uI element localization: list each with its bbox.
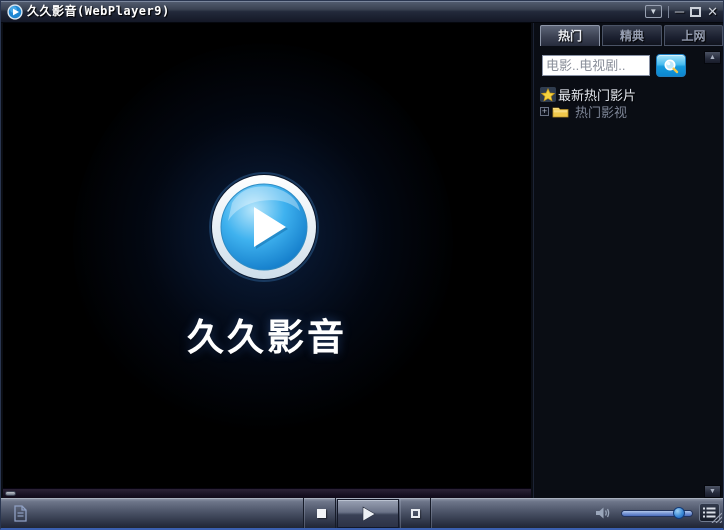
bar-separator (431, 498, 432, 529)
volume-thumb[interactable] (673, 507, 685, 519)
app-window: 久久影音(WebPlayer9) ▼ ─ ✕ (0, 0, 724, 530)
tab-classic[interactable]: 精典 (602, 25, 662, 46)
seek-thumb[interactable] (5, 491, 16, 496)
play-button[interactable] (337, 499, 399, 528)
file-icon (13, 505, 28, 522)
close-button[interactable]: ✕ (707, 1, 718, 22)
tree-item-hot-video[interactable]: + 热门影视 (540, 103, 627, 120)
stop-icon (317, 509, 326, 518)
speaker-icon (595, 505, 613, 521)
mute-button[interactable] (595, 505, 613, 526)
window-controls: ▼ ─ ✕ (645, 1, 718, 22)
chevron-down-icon: ▼ (649, 8, 657, 16)
video-display-area[interactable]: 久久影音 (3, 23, 531, 488)
magnifier-icon (663, 58, 679, 74)
pause-icon (411, 509, 420, 518)
tree-item-label: 热门影视 (575, 102, 627, 121)
resize-grip[interactable] (710, 510, 722, 528)
tree-expand-icon[interactable]: + (540, 107, 549, 116)
sidebar-panel: 热门 精典 上网 ▲ 最新热门影片 + (533, 23, 723, 498)
stop-button[interactable] (307, 498, 335, 529)
maximize-button[interactable] (690, 7, 701, 17)
arrow-up-icon: ▲ (709, 54, 716, 61)
play-logo-icon (208, 171, 320, 283)
open-file-button[interactable] (9, 503, 31, 523)
titlebar-separator (668, 6, 669, 18)
folder-icon (552, 105, 569, 118)
expand-menu-button[interactable]: ▼ (645, 5, 662, 18)
bar-separator (335, 498, 336, 529)
window-title: 久久影音(WebPlayer9) (27, 1, 170, 22)
tree-item-hot-new[interactable]: 最新热门影片 (540, 86, 636, 103)
control-bar (1, 498, 723, 529)
pause-button[interactable] (401, 498, 429, 529)
app-logo-icon (7, 4, 23, 20)
tree-scroll-up-button[interactable]: ▲ (704, 51, 721, 64)
arrow-down-icon: ▼ (709, 488, 716, 495)
logo-watermark-text: 久久影音 (3, 307, 531, 361)
search-input[interactable] (542, 55, 650, 76)
search-button[interactable] (656, 54, 686, 77)
tab-hot[interactable]: 热门 (540, 25, 600, 46)
play-icon (358, 504, 378, 524)
bar-separator (304, 498, 305, 529)
tab-web[interactable]: 上网 (664, 25, 723, 46)
tree-scroll-down-button[interactable]: ▼ (704, 485, 721, 498)
star-icon (540, 87, 556, 102)
title-bar: 久久影音(WebPlayer9) ▼ ─ ✕ (1, 1, 723, 23)
seek-bar[interactable] (3, 488, 531, 498)
minimize-button[interactable]: ─ (675, 1, 684, 22)
